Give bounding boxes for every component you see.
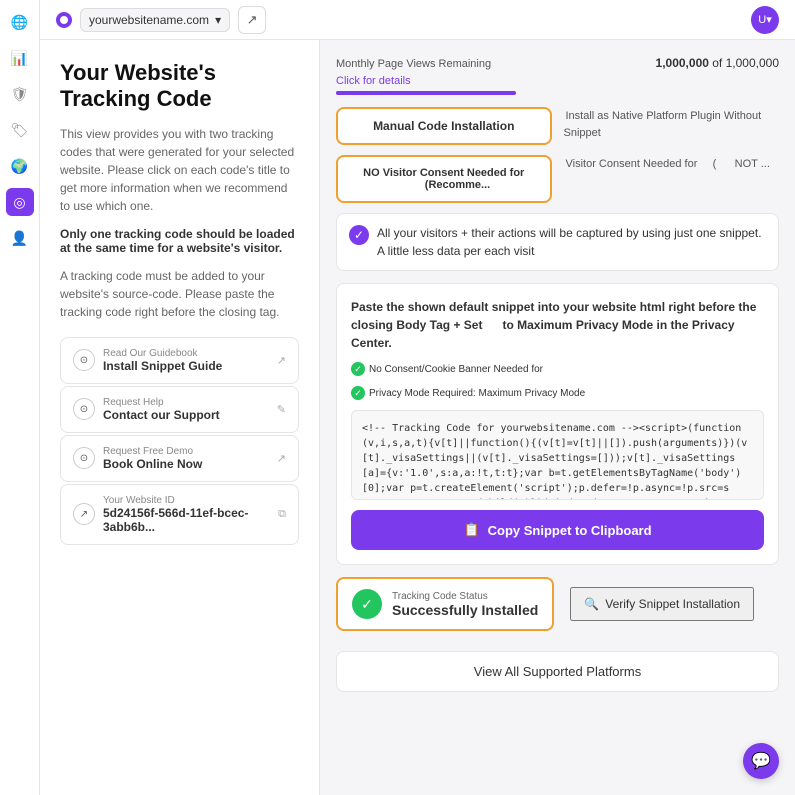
chevron-down-icon: ▾ [215,13,221,27]
sidebar-icon-target[interactable]: ◎ [6,188,34,216]
monthly-views-count: 1,000,000 [656,56,709,70]
consent-needed-option: Visitor Consent Needed for ( NOT ... [564,155,780,203]
avatar-chevron: ▾ [766,13,772,26]
monthly-views-header: Monthly Page Views Remaining 1,000,000 o… [336,56,779,70]
page-note: Only one tracking code should be loaded … [60,227,299,255]
demo-external-icon: ↗ [277,452,286,465]
sidebar-icon-chart[interactable]: 📊 [6,44,34,72]
avatar[interactable]: U ▾ [751,6,779,34]
status-card: ✓ Tracking Code Status Successfully Inst… [336,577,554,631]
search-icon: 🔍 [584,597,599,611]
no-consent-badge-icon: ✓ [351,362,365,376]
monthly-views-title: Monthly Page Views Remaining [336,58,491,70]
support-label: Request Help [103,397,269,408]
status-value: Successfully Installed [392,602,538,618]
page-description: This view provides you with two tracking… [60,125,299,215]
tracking-code-block: <!-- Tracking Code for yourwebsitename.c… [351,410,764,500]
sidebar-icon-tag[interactable]: 🏷 [6,116,34,144]
copy-snippet-button[interactable]: 📋 Copy Snippet to Clipboard [351,510,764,550]
sidebar: 🌐 📊 🛡 🏷 🌍 ◎ 👤 [0,0,40,795]
code-section-title: Paste the shown default snippet into you… [351,298,764,352]
installation-options: Manual Code Installation Install as Nati… [336,107,779,145]
site-logo-icon [56,12,72,28]
page-title: Your Website's Tracking Code [60,60,299,113]
consent-options: NO Visitor Consent Needed for (Recomme..… [336,155,779,203]
support-title: Contact our Support [103,408,269,422]
monthly-views: Monthly Page Views Remaining 1,000,000 o… [336,56,779,95]
top-bar: yourwebsitename.com ▾ ↗ U ▾ [40,0,795,40]
demo-icon: ⊙ [73,447,95,469]
platform-plugin-option: Install as Native Platform Plugin Withou… [564,107,780,145]
platform-plugin-desc: Install as Native Platform Plugin Withou… [564,110,762,139]
no-consent-button[interactable]: NO Visitor Consent Needed for (Recomme..… [336,155,552,203]
privacy-mode-badge: ✓ Privacy Mode Required: Maximum Privacy… [351,386,585,400]
status-label: Tracking Code Status [392,591,538,602]
code-badges: ✓ No Consent/Cookie Banner Needed for ✓ … [351,362,764,400]
progress-bar-fill [336,91,516,95]
site-selector[interactable]: yourwebsitename.com ▾ [80,8,230,32]
view-platforms-button[interactable]: View All Supported Platforms [336,651,779,692]
support-icon: ⊙ [73,398,95,420]
verify-button[interactable]: 🔍 Verify Snippet Installation [570,587,754,621]
website-id-label: Your Website ID [103,495,270,506]
demo-title: Book Online Now [103,457,269,471]
guide-external-icon: ↗ [277,354,286,367]
info-check-icon: ✓ [349,225,369,245]
info-banner: ✓ All your visitors + their actions will… [336,213,779,271]
privacy-mode-badge-icon: ✓ [351,386,365,400]
site-name: yourwebsitename.com [89,13,209,27]
website-id-copy-icon: ⧉ [278,508,286,521]
right-panel: Monthly Page Views Remaining 1,000,000 o… [320,40,795,795]
manual-install-option: Manual Code Installation [336,107,552,145]
progress-bar [336,91,516,95]
helper-link-guide[interactable]: ⊙ Read Our Guidebook Install Snippet Gui… [60,337,299,384]
info-banner-text: All your visitors + their actions will b… [377,224,766,260]
consent-needed-desc: Visitor Consent Needed for ( NOT ... [564,158,770,170]
helper-link-website-id[interactable]: ↗ Your Website ID 5d24156f-566d-11ef-bce… [60,484,299,545]
helper-links: ⊙ Read Our Guidebook Install Snippet Gui… [60,337,299,545]
guide-label: Read Our Guidebook [103,348,269,359]
privacy-mode-badge-text: Privacy Mode Required: Maximum Privacy M… [369,388,585,399]
avatar-initials: U [758,14,766,26]
monthly-views-numbers: 1,000,000 of 1,000,000 [656,56,779,70]
helper-link-support[interactable]: ⊙ Request Help Contact our Support ✎ [60,386,299,433]
verify-label: Verify Snippet Installation [605,597,740,611]
no-consent-option: NO Visitor Consent Needed for (Recomme..… [336,155,552,203]
external-link-button[interactable]: ↗ [238,6,266,34]
copy-btn-label: Copy Snippet to Clipboard [488,523,652,538]
page-paragraph: A tracking code must be added to your we… [60,267,299,321]
no-consent-badge-text: No Consent/Cookie Banner Needed for [369,364,543,375]
monthly-views-link[interactable]: Click for details [336,75,411,87]
monthly-views-total: 1,000,000 [726,56,779,70]
status-section: ✓ Tracking Code Status Successfully Inst… [336,577,779,631]
sidebar-icon-user[interactable]: 👤 [6,224,34,252]
status-check-icon: ✓ [352,589,382,619]
left-panel: Your Website's Tracking Code This view p… [40,40,320,795]
website-id-icon: ↗ [73,503,95,525]
sidebar-icon-globe2[interactable]: 🌍 [6,152,34,180]
helper-link-demo[interactable]: ⊙ Request Free Demo Book Online Now ↗ [60,435,299,482]
guide-icon: ⊙ [73,349,95,371]
code-section: Paste the shown default snippet into you… [336,283,779,565]
no-consent-badge: ✓ No Consent/Cookie Banner Needed for [351,362,543,376]
copy-icon: 📋 [463,522,479,538]
sidebar-icon-shield[interactable]: 🛡 [6,80,34,108]
guide-title: Install Snippet Guide [103,359,269,373]
manual-install-button[interactable]: Manual Code Installation [336,107,552,145]
demo-label: Request Free Demo [103,446,269,457]
sidebar-icon-globe[interactable]: 🌐 [6,8,34,36]
chat-button[interactable]: 💬 [743,743,779,779]
support-edit-icon: ✎ [277,403,286,416]
website-id-value: 5d24156f-566d-11ef-bcec-3abb6b... [103,506,270,534]
